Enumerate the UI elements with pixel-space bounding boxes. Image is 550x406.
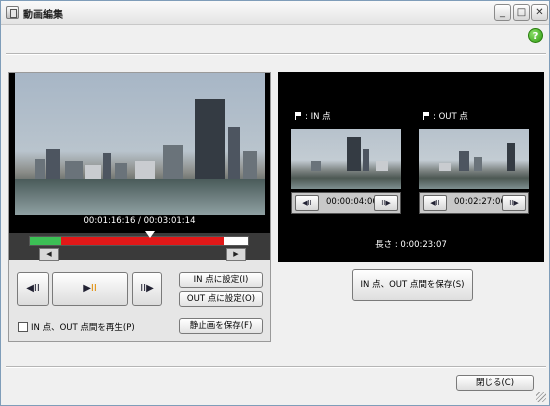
in-point-time: 00:00:04:00	[326, 197, 378, 207]
title-bar[interactable]: 動画編集 _ □ ✕	[1, 1, 549, 25]
app-icon	[6, 6, 19, 19]
save-in-out-button[interactable]: IN 点、OUT 点間を保存(S)	[352, 269, 473, 301]
timeline-bar[interactable]	[29, 236, 249, 246]
save-still-button[interactable]: 静止画を保存(F)	[179, 318, 263, 334]
play-range-label: IN 点、OUT 点間を再生(P)	[31, 323, 135, 333]
in-out-panel: : IN 点 : OUT 点 ◀II 00:00:04:00 II▶ ◀II 0…	[278, 72, 544, 262]
preview-area: 00:01:16:16 / 00:03:01:14 ◀ ▶	[9, 73, 270, 261]
window-title: 動画編集	[23, 10, 63, 21]
close-button[interactable]: 閉じる(C)	[456, 375, 534, 391]
in-next-frame-button[interactable]: II▶	[374, 195, 398, 211]
in-point-controls: ◀II 00:00:04:00 II▶	[291, 192, 401, 214]
out-point-controls: ◀II 00:02:27:06 II▶	[419, 192, 529, 214]
resize-grip-icon[interactable]	[536, 392, 546, 402]
bottom-divider	[6, 366, 546, 368]
pause-icon: II	[90, 283, 97, 294]
in-marker-handle[interactable]: ◀	[39, 248, 59, 261]
out-next-frame-button[interactable]: II▶	[502, 195, 526, 211]
close-window-button[interactable]: ✕	[531, 4, 548, 21]
out-prev-frame-button[interactable]: ◀II	[423, 195, 447, 211]
video-frame	[15, 73, 265, 215]
help-icon[interactable]: ?	[528, 28, 543, 43]
playback-timecode: 00:01:16:16 / 00:03:01:14	[83, 216, 196, 226]
play-icon: ▶	[83, 283, 91, 294]
play-range-checkbox[interactable]	[18, 322, 28, 332]
timeline-in-segment	[30, 237, 61, 245]
out-point-time: 00:02:27:06	[454, 197, 506, 207]
video-edit-window: 動画編集 _ □ ✕ ? 00:01:16:16 / 00:03:01:14 ◀…	[0, 0, 550, 406]
timeline-position-handle[interactable]	[144, 231, 155, 238]
out-point-thumbnail	[419, 129, 529, 189]
out-marker-handle[interactable]: ▶	[226, 248, 246, 261]
preview-panel: 00:01:16:16 / 00:03:01:14 ◀ ▶ ◀II ▶II II…	[8, 72, 271, 342]
in-flag-icon	[295, 112, 301, 120]
top-divider	[6, 53, 546, 55]
out-point-label: : OUT 点	[423, 110, 468, 122]
range-length: 長さ : 0:00:23:07	[375, 240, 447, 250]
set-in-point-button[interactable]: IN 点に設定(I)	[179, 272, 263, 288]
in-prev-frame-button[interactable]: ◀II	[295, 195, 319, 211]
in-point-thumbnail	[291, 129, 401, 189]
next-frame-button[interactable]: II▶	[132, 272, 162, 306]
timeline-selected-range	[60, 237, 225, 245]
out-flag-icon	[423, 112, 429, 120]
minimize-button[interactable]: _	[494, 4, 511, 21]
prev-frame-button[interactable]: ◀II	[17, 272, 49, 306]
set-out-point-button[interactable]: OUT 点に設定(O)	[179, 291, 263, 307]
play-pause-button[interactable]: ▶II	[52, 272, 128, 306]
maximize-button[interactable]: □	[513, 4, 530, 21]
in-point-label: : IN 点	[295, 110, 331, 122]
